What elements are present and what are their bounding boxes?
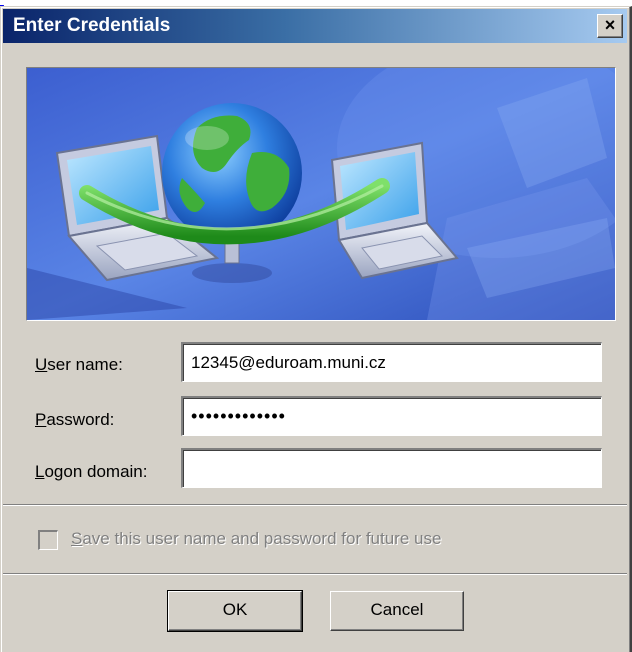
network-globe-icon bbox=[27, 68, 615, 320]
page: Enter Credentials × User name: 12345@edu… bbox=[0, 0, 632, 652]
save-credentials-checkbox[interactable] bbox=[38, 530, 58, 550]
dialog-title: Enter Credentials bbox=[13, 15, 171, 36]
save-credentials-label: Save this user name and password for fut… bbox=[71, 527, 441, 551]
username-label-text: ser name: bbox=[47, 355, 123, 374]
close-button[interactable]: × bbox=[597, 14, 623, 38]
domain-label-text: ogon domain: bbox=[44, 462, 148, 481]
banner-image bbox=[26, 67, 616, 321]
username-label-accel: U bbox=[35, 355, 48, 374]
ok-button[interactable]: OK bbox=[167, 590, 303, 632]
domain-input[interactable] bbox=[181, 448, 602, 488]
close-icon: × bbox=[604, 15, 616, 35]
password-input[interactable] bbox=[181, 396, 602, 436]
credentials-dialog: Enter Credentials × User name: 12345@edu… bbox=[0, 6, 632, 652]
separator-top bbox=[3, 504, 627, 506]
save-label-accel: S bbox=[71, 529, 83, 548]
password-label-text: assword: bbox=[46, 410, 115, 429]
username-input[interactable] bbox=[181, 342, 602, 382]
username-label: User name: bbox=[35, 353, 123, 377]
cancel-button[interactable]: Cancel bbox=[330, 591, 464, 631]
save-label-text: ave this user name and password for futu… bbox=[82, 529, 442, 548]
password-label: Password: bbox=[35, 408, 114, 432]
password-label-accel: P bbox=[35, 410, 47, 429]
separator-bottom bbox=[3, 573, 627, 575]
domain-label: Logon domain: bbox=[35, 460, 148, 484]
title-bar[interactable]: Enter Credentials × bbox=[3, 9, 627, 43]
